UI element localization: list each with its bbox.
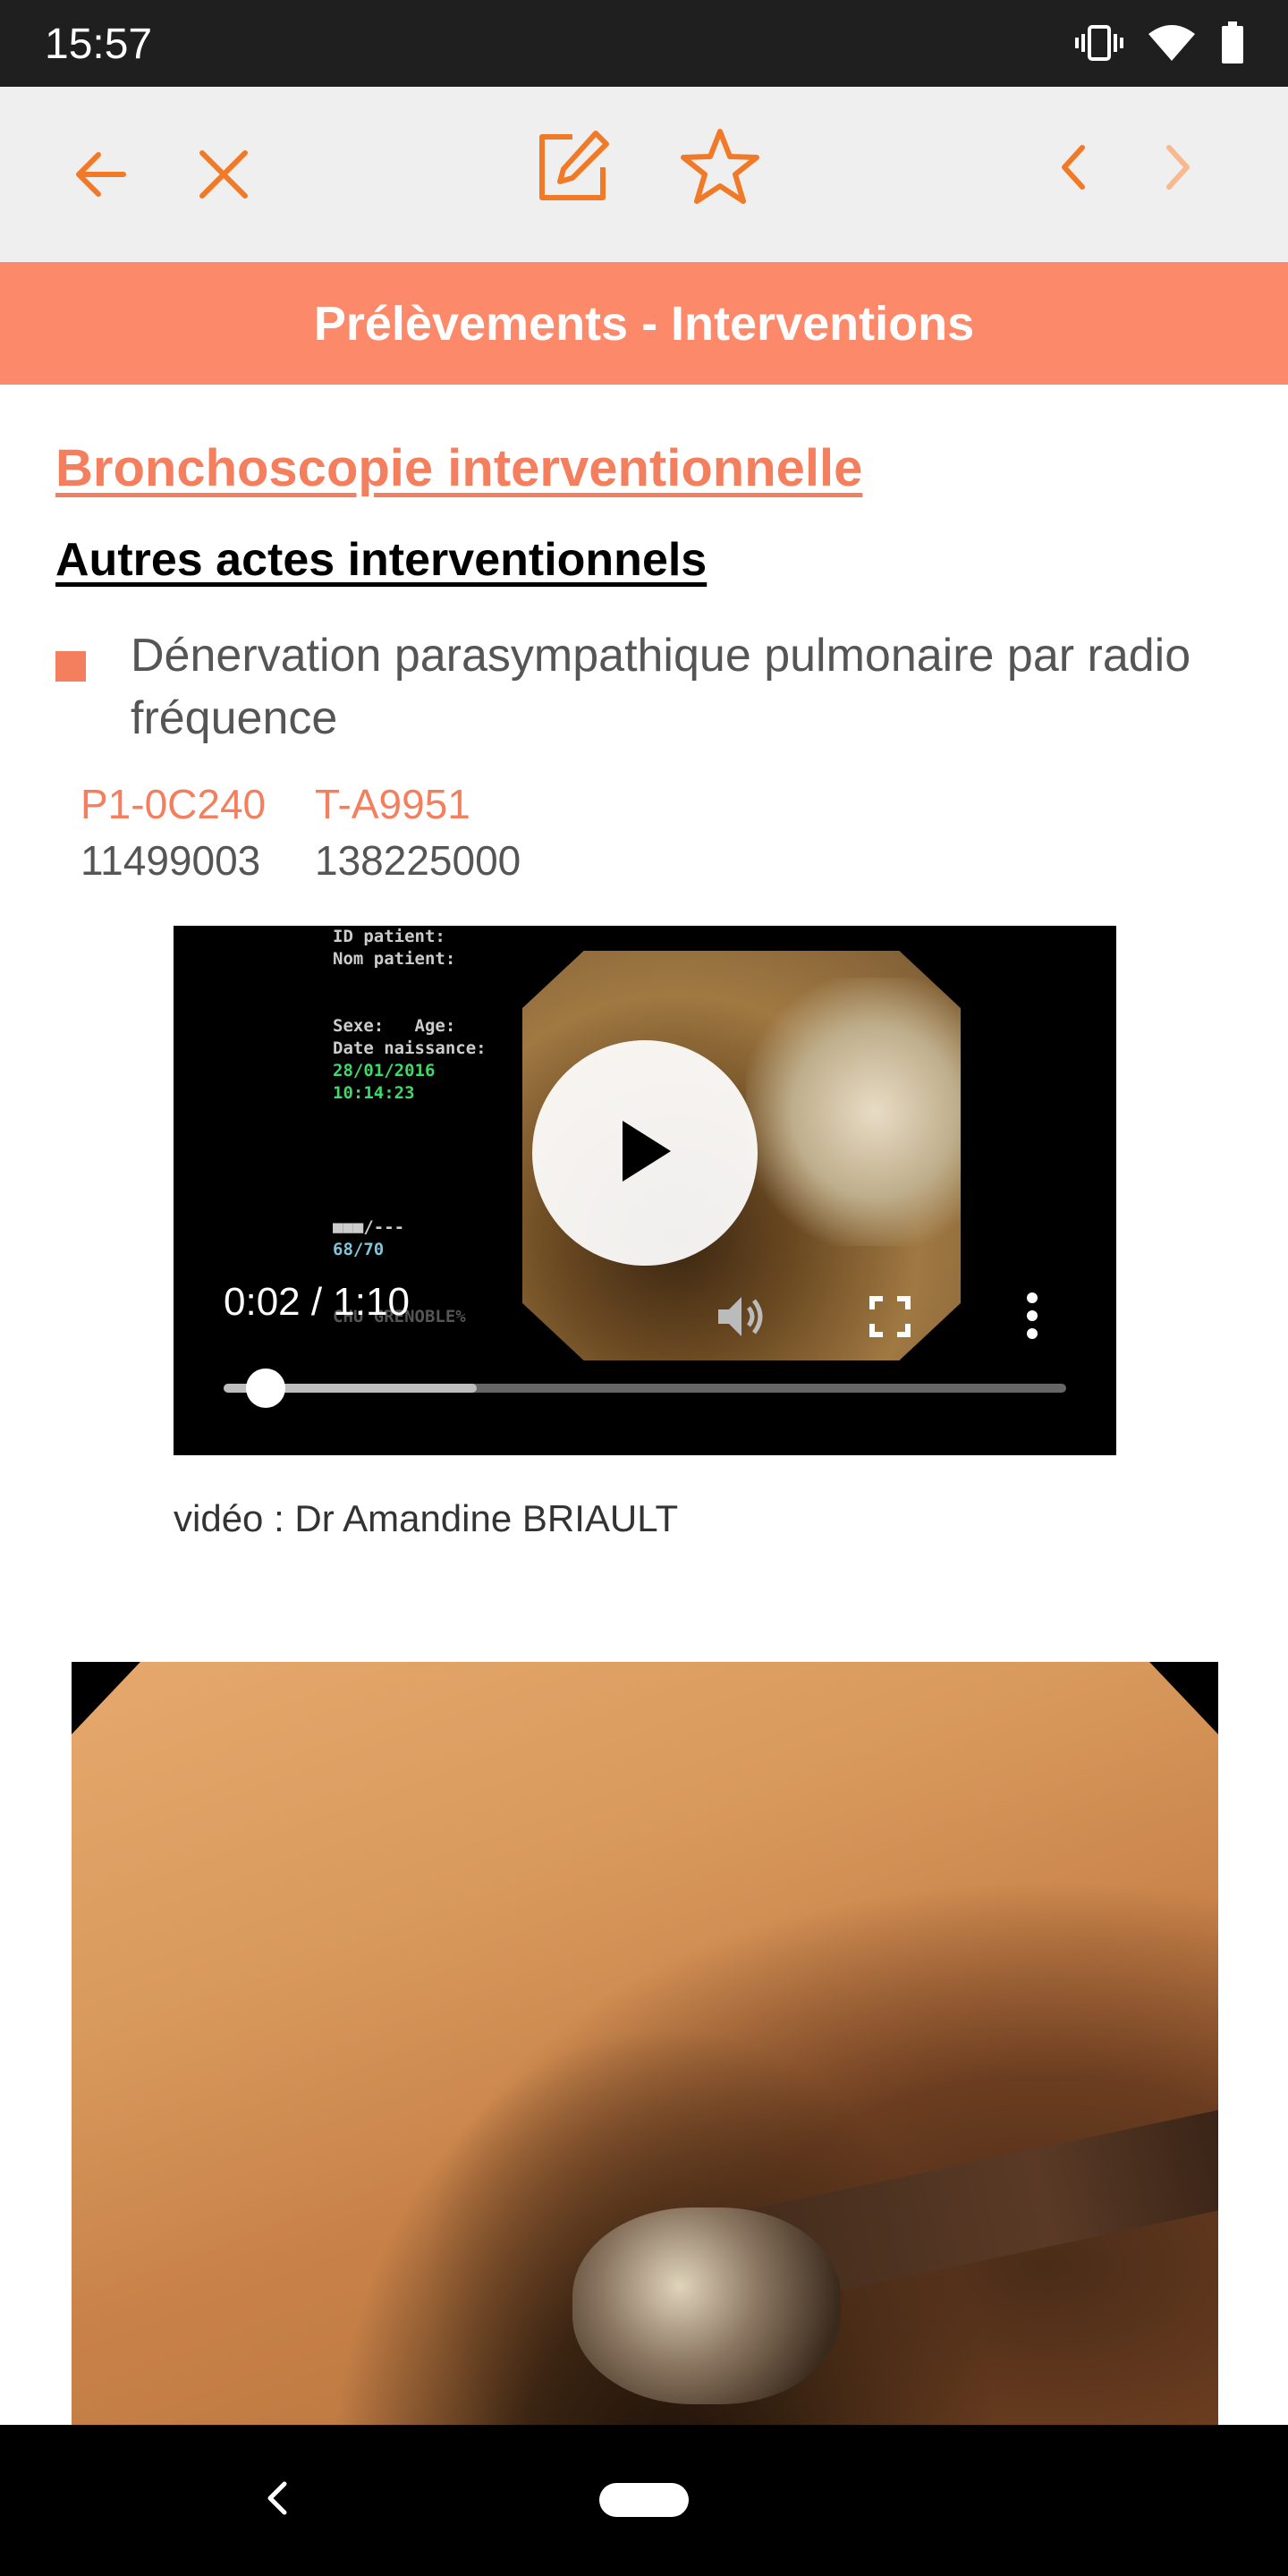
play-icon (614, 1115, 676, 1191)
back-arrow-icon[interactable] (64, 142, 136, 207)
section-header: Prélèvements - Interventions (0, 262, 1288, 385)
navigation-bar (0, 2425, 1288, 2576)
more-vert-icon[interactable] (1005, 1282, 1059, 1350)
video-progress-knob[interactable] (246, 1368, 286, 1408)
code-value: 11499003 (80, 837, 261, 884)
close-icon[interactable] (188, 142, 259, 207)
code-label: T-A9951 (315, 781, 470, 827)
content-area[interactable]: Bronchoscopie interventionnelle Autres a… (0, 385, 1288, 2425)
edit-icon[interactable] (528, 123, 617, 212)
bullet-square (55, 651, 86, 682)
toolbar (0, 87, 1288, 262)
video-overlay-text: ID patient: Nom patient: Sexe: Age: Date… (333, 927, 487, 1326)
wifi-icon (1147, 23, 1197, 67)
endoscopy-image (72, 1662, 1218, 2425)
section-title: Prélèvements - Interventions (313, 296, 975, 351)
video-player[interactable]: ID patient: Nom patient: Sexe: Age: Date… (174, 926, 1116, 1455)
vibrate-icon (1075, 23, 1123, 67)
code-label: P1-0C240 (80, 781, 267, 827)
nav-home-pill[interactable] (599, 2483, 689, 2517)
code-value: 138225000 (315, 837, 521, 884)
star-icon[interactable] (675, 123, 765, 212)
video-caption: vidéo : Dr Amandine BRIAULT (174, 1497, 679, 1539)
instrument-tip (572, 2207, 841, 2404)
battery-icon (1220, 21, 1245, 69)
chevron-right-icon[interactable] (1151, 131, 1205, 203)
nav-back-icon[interactable] (259, 2471, 295, 2529)
video-progress-track[interactable] (224, 1368, 1066, 1408)
status-time: 15:57 (45, 21, 153, 68)
volume-icon[interactable] (710, 1287, 773, 1346)
status-bar: 15:57 (0, 0, 1288, 87)
main-title-link[interactable]: Bronchoscopie interventionnelle (55, 438, 862, 498)
bullet-text: Dénervation parasympathique pulmonaire p… (131, 630, 1191, 744)
chevron-left-icon[interactable] (1046, 131, 1100, 203)
sub-title: Autres actes interventionnels (55, 534, 708, 586)
fullscreen-icon[interactable] (860, 1287, 919, 1346)
video-time: 0:02 / 1:10 (224, 1280, 410, 1324)
status-icons (1075, 21, 1245, 69)
play-button[interactable] (532, 1040, 758, 1266)
